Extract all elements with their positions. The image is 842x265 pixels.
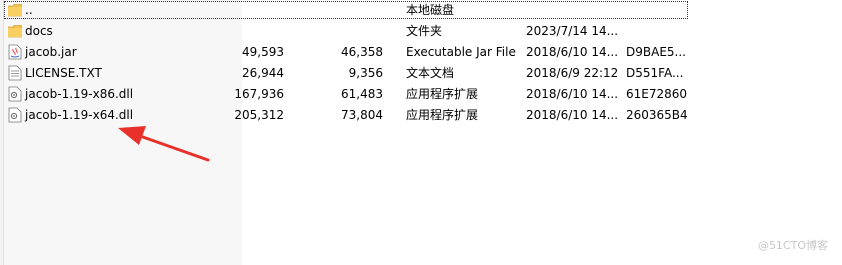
red-arrow-annotation: [118, 126, 210, 162]
watermark: @51CTO博客: [757, 239, 828, 252]
file-manager-window: .. 本地磁盘 docs 文件夹 2023/7/14 14... jacob.j…: [0, 0, 842, 265]
